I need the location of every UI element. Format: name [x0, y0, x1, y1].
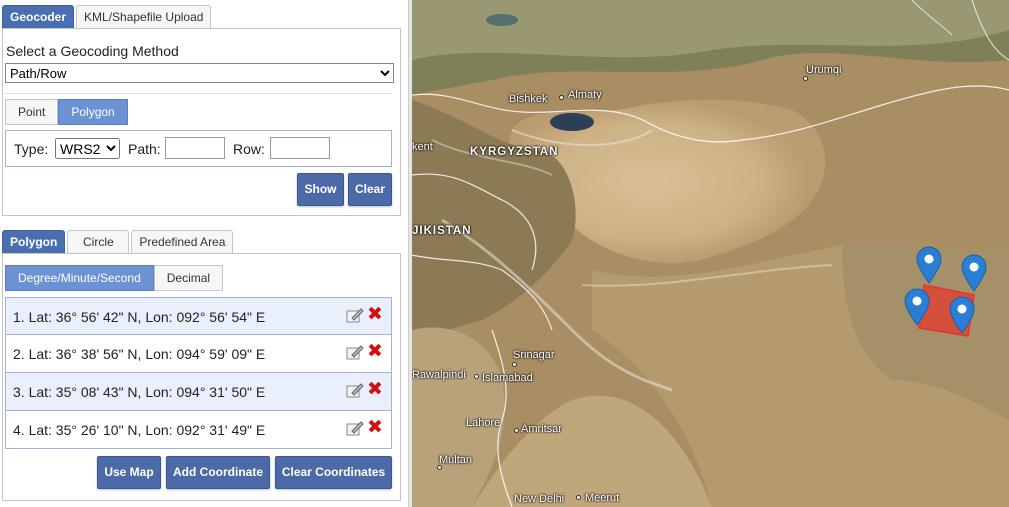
left-panel: Geocoder KML/Shapefile Upload Select a G… — [0, 0, 408, 507]
path-row-form: Type: WRS2 Path: Row: — [5, 130, 392, 167]
map-pin-icon[interactable] — [947, 295, 977, 335]
add-coordinate-button[interactable]: Add Coordinate — [166, 456, 270, 489]
map-view[interactable]: Urumqi Bishkek Almaty kent KYRGYZSTAN JI… — [412, 0, 1009, 507]
label-meerut: Meerut — [585, 492, 620, 504]
label-kent: kent — [412, 141, 433, 153]
city-dot — [437, 465, 442, 470]
list-item: 1. Lat: 36° 56' 42" N, Lon: 092° 56' 54"… — [5, 297, 392, 335]
divider — [5, 93, 392, 94]
shape-toggle: Point Polygon — [5, 99, 128, 125]
label-new-delhi: New Delhi — [514, 493, 565, 505]
format-toggle: Degree/Minute/Second Decimal — [5, 265, 224, 291]
delete-icon[interactable]: ✖ — [367, 305, 383, 325]
area-tabbar: Polygon Circle Predefined Area — [2, 230, 234, 253]
map-pin-icon[interactable] — [959, 253, 989, 293]
city-dot — [514, 428, 519, 433]
coordinate-text: 3. Lat: 35° 08' 43" N, Lon: 094° 31' 50"… — [13, 384, 266, 400]
tab-geocoder[interactable]: Geocoder — [2, 5, 75, 28]
label-jikistan: JIKISTAN — [412, 225, 472, 237]
list-item: 2. Lat: 36° 38' 56" N, Lon: 094° 59' 09"… — [5, 335, 392, 373]
label-almaty: Almaty — [568, 89, 602, 101]
show-button[interactable]: Show — [297, 173, 344, 206]
city-dot — [512, 362, 517, 367]
coordinate-list: 1. Lat: 36° 56' 42" N, Lon: 092° 56' 54"… — [5, 297, 392, 449]
label-multan: Multan — [439, 454, 473, 466]
clear-button[interactable]: Clear — [348, 173, 392, 206]
path-label: Path: — [128, 141, 161, 157]
label-kyrgyzstan: KYRGYZSTAN — [470, 146, 559, 158]
label-srinagar: Srinagar — [513, 349, 555, 361]
delete-icon[interactable]: ✖ — [367, 418, 383, 438]
label-lahore: Lahore — [466, 417, 501, 429]
city-dot — [576, 495, 581, 500]
path-input[interactable] — [165, 137, 225, 159]
delete-icon[interactable]: ✖ — [367, 342, 383, 362]
city-dot — [803, 76, 808, 81]
label-bishkek: Bishkek — [509, 93, 548, 105]
geocoder-tabbar: Geocoder KML/Shapefile Upload — [2, 5, 212, 28]
list-item: 3. Lat: 35° 08' 43" N, Lon: 094° 31' 50"… — [5, 373, 392, 411]
delete-icon[interactable]: ✖ — [367, 380, 383, 400]
row-label: Row: — [233, 141, 265, 157]
city-dot — [474, 374, 479, 379]
map-pin-icon[interactable] — [902, 287, 932, 327]
map-pin-icon[interactable] — [914, 245, 944, 285]
method-label: Select a Geocoding Method — [6, 43, 179, 59]
label-islamabad: Islamabad — [482, 372, 533, 384]
point-button[interactable]: Point — [5, 99, 59, 125]
label-amritsar: Amritsar — [521, 423, 562, 435]
edit-icon[interactable] — [346, 421, 364, 437]
edit-icon[interactable] — [346, 345, 364, 361]
use-map-button[interactable]: Use Map — [97, 456, 161, 489]
list-item: 4. Lat: 35° 26' 10" N, Lon: 092° 31' 49"… — [5, 411, 392, 449]
type-label: Type: — [14, 141, 49, 157]
tab-polygon[interactable]: Polygon — [2, 230, 66, 253]
row-input[interactable] — [270, 137, 330, 159]
coordinate-text: 1. Lat: 36° 56' 42" N, Lon: 092° 56' 54"… — [13, 309, 266, 325]
label-rawalpindi: Rawalpindi — [412, 369, 466, 381]
polygon-button[interactable]: Polygon — [58, 99, 128, 125]
edit-icon[interactable] — [346, 383, 364, 399]
method-select[interactable]: Path/Row — [5, 63, 394, 83]
dms-button[interactable]: Degree/Minute/Second — [5, 265, 154, 291]
label-urumqi: Urumqi — [806, 64, 842, 76]
edit-icon[interactable] — [346, 308, 364, 324]
coordinate-text: 2. Lat: 36° 38' 56" N, Lon: 094° 59' 09"… — [13, 346, 266, 362]
decimal-button[interactable]: Decimal — [153, 265, 224, 291]
clear-coordinates-button[interactable]: Clear Coordinates — [275, 456, 392, 489]
city-dot — [559, 95, 564, 100]
tab-kml-upload[interactable]: KML/Shapefile Upload — [76, 5, 212, 28]
tab-circle[interactable]: Circle — [67, 230, 130, 253]
tab-predefined-area[interactable]: Predefined Area — [131, 230, 234, 253]
coordinate-text: 4. Lat: 35° 26' 10" N, Lon: 092° 31' 49"… — [13, 422, 266, 438]
type-select[interactable]: WRS2 — [55, 138, 120, 159]
